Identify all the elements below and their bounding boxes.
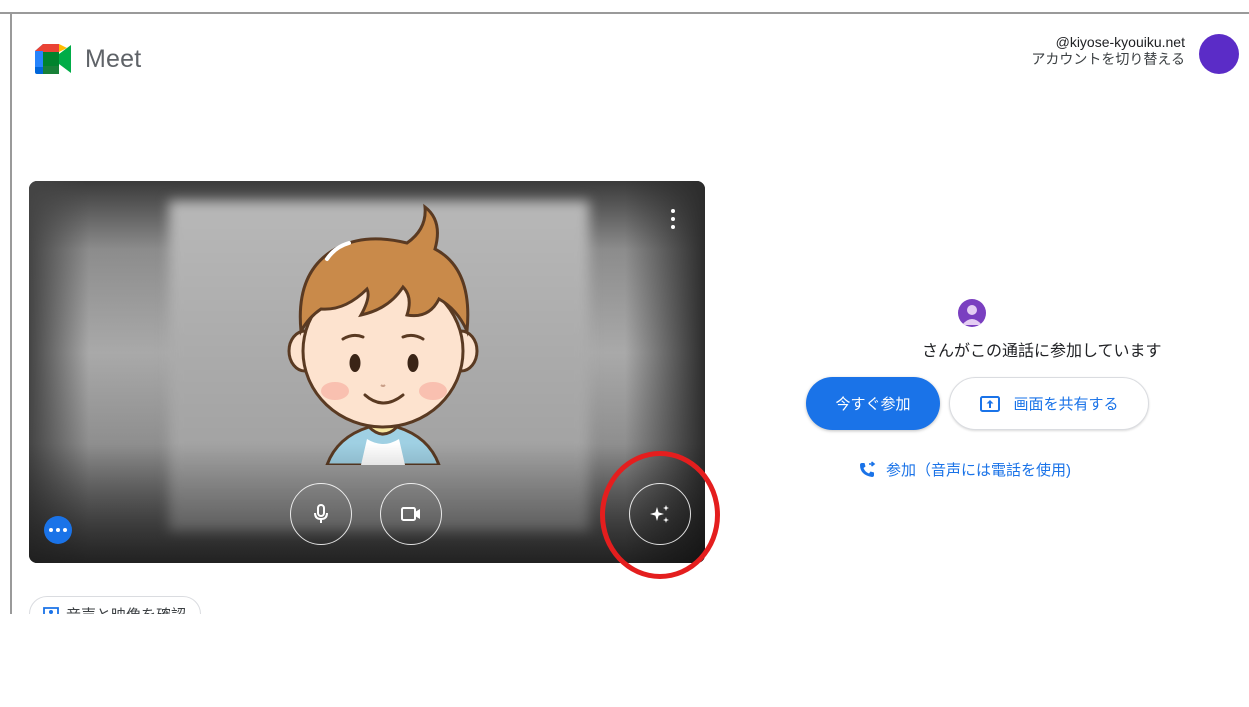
window-frame-top xyxy=(0,12,1249,14)
present-to-all-icon xyxy=(980,395,1001,412)
sparkle-effects-icon xyxy=(650,505,669,523)
boy-avatar-illustration xyxy=(287,203,479,465)
more-vert-icon[interactable] xyxy=(665,207,681,231)
camera-toggle-button[interactable] xyxy=(380,483,442,545)
phone-forward-icon xyxy=(860,460,876,477)
participant-avatar-icon xyxy=(958,299,986,327)
account-email: @kiyose-kyouiku.net xyxy=(1055,34,1185,50)
join-with-phone-label: 参加（音声には電話を使用) xyxy=(886,462,1071,479)
share-screen-button[interactable]: 画面を共有する xyxy=(949,377,1149,430)
visual-effects-button[interactable] xyxy=(629,483,691,545)
user-avatar[interactable] xyxy=(1199,34,1239,74)
bottom-cutoff-area xyxy=(0,614,1249,707)
video-preview xyxy=(29,181,705,563)
preview-bottom-shade xyxy=(29,443,705,563)
join-now-button[interactable]: 今すぐ参加 xyxy=(806,377,940,430)
switch-account-link[interactable]: アカウントを切り替える xyxy=(1031,51,1185,68)
app-name: Meet xyxy=(85,44,142,73)
meet-logo[interactable]: Meet xyxy=(33,42,141,76)
participants-status-text: さんがこの通話に参加しています xyxy=(922,343,1162,360)
videocam-icon xyxy=(401,507,420,521)
share-screen-label: 画面を共有する xyxy=(1013,396,1119,413)
account-info: @kiyose-kyouiku.net アカウントを切り替える xyxy=(1031,34,1185,68)
window-frame-left xyxy=(10,12,12,707)
join-with-phone-link[interactable]: 参加（音声には電話を使用) xyxy=(858,459,1071,480)
more-horiz-icon[interactable] xyxy=(44,516,72,544)
meet-logo-icon xyxy=(35,44,71,74)
microphone-toggle-button[interactable] xyxy=(290,483,352,545)
microphone-icon xyxy=(314,504,328,523)
